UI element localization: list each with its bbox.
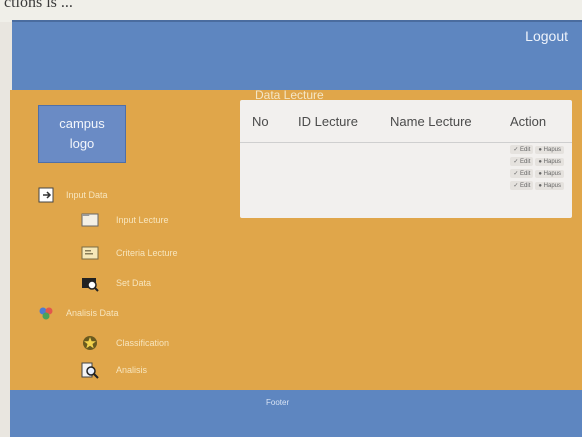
column-header-name-lecture: Name Lecture [390,114,472,129]
header-bar: Logout [12,20,582,92]
column-header-id-lecture: ID Lecture [298,114,358,129]
sidebar-item-set-data[interactable]: Set Data [80,273,151,293]
column-header-action: Action [510,114,547,129]
sidebar-item-input-data[interactable]: Input Data [36,185,108,205]
sidebar-item-label: Classification [116,338,170,348]
folder-icon [80,210,100,230]
table-row: ✓ Edit ● Hapus [510,181,564,190]
card-icon [80,243,100,263]
sidebar-item-label: Input Lecture [116,215,169,225]
delete-button[interactable]: ● Hapus [535,181,564,190]
table-row: ✓ Edit ● Hapus [510,169,564,178]
main-area: campus logo Input Data Input Lecture Cri… [10,88,582,390]
sidebar-item-label: Input Data [66,190,108,200]
edit-button[interactable]: ✓ Edit [510,181,534,190]
edit-button[interactable]: ✓ Edit [510,145,534,154]
star-icon [80,333,100,353]
column-header-no: No [252,114,269,129]
sidebar-item-criteria-lecture[interactable]: Criteria Lecture [80,243,178,263]
delete-button[interactable]: ● Hapus [535,157,564,166]
sidebar-item-label: Analisis Data [66,308,119,318]
data-table: No ID Lecture Name Lecture Action ✓ Edit… [240,100,572,218]
table-header: No ID Lecture Name Lecture Action [240,100,572,143]
campus-logo-text: campus logo [59,116,105,151]
edit-button[interactable]: ✓ Edit [510,157,534,166]
logout-button[interactable]: Logout [525,28,568,44]
footer-bar: Footer [10,390,582,437]
magnify-icon [80,360,100,380]
edit-button[interactable]: ✓ Edit [510,169,534,178]
sidebar-item-classification[interactable]: Classification [80,333,169,353]
table-row: ✓ Edit ● Hapus [510,145,564,154]
delete-button[interactable]: ● Hapus [535,145,564,154]
top-strip: ctions is ... [0,0,582,22]
sidebar-item-label: Analisis [116,365,148,375]
sidebar-item-analisis[interactable]: Analisis [80,360,147,380]
sidebar-item-analisis-data[interactable]: Analisis Data [36,303,119,323]
search-camera-icon [80,273,100,293]
sidebar-item-label: Criteria Lecture [116,248,178,258]
table-row: ✓ Edit ● Hapus [510,157,564,166]
footer-label: Footer [266,398,290,407]
top-fragment-text: ctions is ... [4,0,73,11]
puzzle-icon [36,303,56,323]
sidebar-item-label: Set Data [116,278,152,288]
delete-button[interactable]: ● Hapus [535,169,564,178]
sidebar-item-input-lecture[interactable]: Input Lecture [80,210,169,230]
login-icon [36,185,56,205]
campus-logo: campus logo [38,105,126,163]
